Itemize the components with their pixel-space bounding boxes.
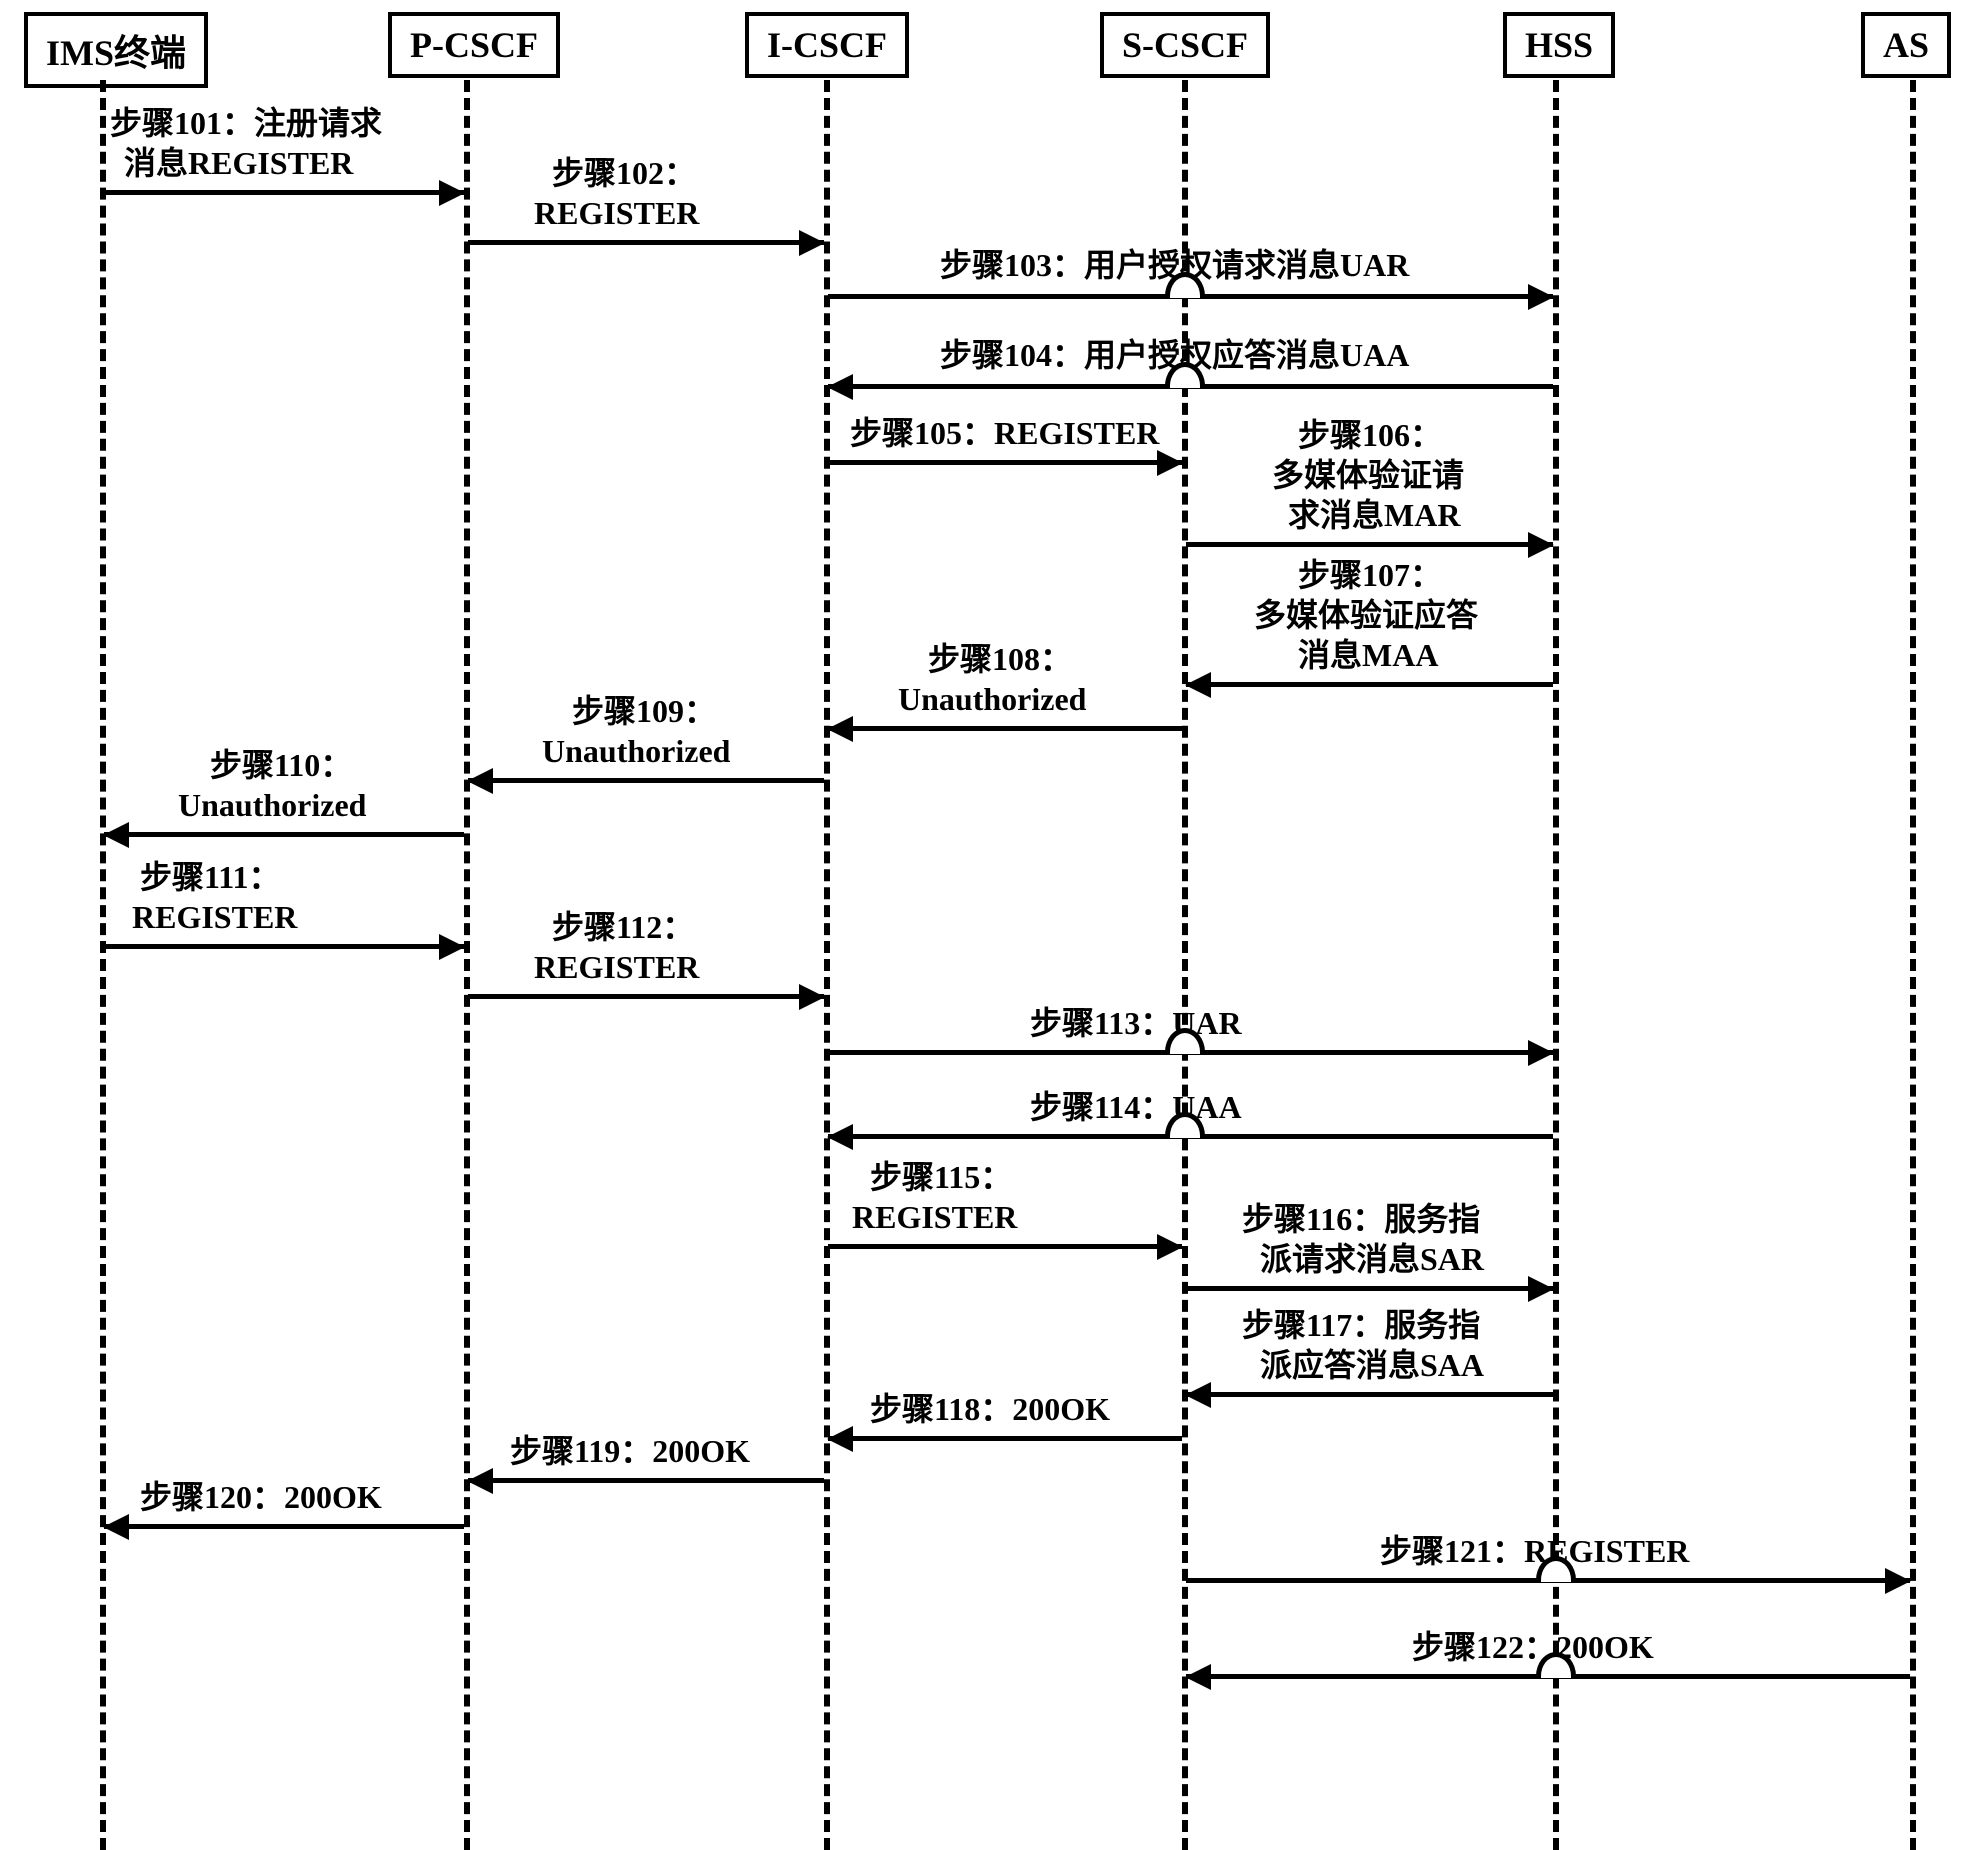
- participant-i-cscf: I-CSCF: [745, 12, 909, 78]
- label-step-112-line1: 步骤112：: [552, 908, 694, 946]
- participant-ims-terminal: IMS终端: [24, 12, 208, 88]
- label-step-118: 步骤118：200OK: [870, 1390, 1110, 1428]
- participant-hss: HSS: [1503, 12, 1615, 78]
- lifeline-icscf: [824, 80, 830, 1850]
- participant-s-cscf: S-CSCF: [1100, 12, 1270, 78]
- label-step-117-line2: 派应答消息SAA: [1260, 1346, 1484, 1384]
- label-step-112-line2: REGISTER: [534, 948, 699, 986]
- arrow-step-110: [104, 832, 464, 837]
- arrow-step-102: [468, 240, 824, 245]
- arrow-step-112: [468, 994, 824, 999]
- arrow-step-111: [104, 944, 464, 949]
- label-step-101-line1: 步骤101：注册请求: [110, 104, 382, 142]
- label-step-107-line2: 多媒体验证应答: [1254, 596, 1478, 634]
- arrow-step-115: [828, 1244, 1182, 1249]
- arrow-step-109: [468, 778, 824, 783]
- label-step-117-line1: 步骤117：服务指: [1242, 1306, 1480, 1344]
- label-step-120: 步骤120：200OK: [140, 1478, 382, 1516]
- label-step-107-line1: 步骤107：: [1298, 556, 1442, 594]
- label-step-101-line2: 消息REGISTER: [124, 144, 353, 182]
- label-step-102-line2: REGISTER: [534, 194, 699, 232]
- label-step-116-line2: 派请求消息SAR: [1260, 1240, 1484, 1278]
- lifeline-ims: [100, 80, 106, 1850]
- label-step-113: 步骤113：UAR: [1030, 1004, 1242, 1042]
- label-step-119: 步骤119：200OK: [510, 1432, 750, 1470]
- arrow-step-101: [104, 190, 464, 195]
- label-step-122: 步骤122：200OK: [1412, 1628, 1654, 1666]
- label-step-109-line1: 步骤109：: [572, 692, 716, 730]
- label-step-110-line2: Unauthorized: [178, 786, 366, 824]
- arrow-step-106: [1186, 542, 1553, 547]
- arrow-step-105: [828, 460, 1182, 465]
- label-step-109-line2: Unauthorized: [542, 732, 730, 770]
- label-step-106-line3: 求消息MAR: [1288, 496, 1460, 534]
- label-step-111-line2: REGISTER: [132, 898, 297, 936]
- participant-as: AS: [1861, 12, 1951, 78]
- arrow-step-107: [1186, 682, 1553, 687]
- arrow-step-118: [828, 1436, 1182, 1441]
- arrow-step-120: [104, 1524, 464, 1529]
- label-step-106-line1: 步骤106：: [1298, 416, 1442, 454]
- label-step-115-line1: 步骤115：: [870, 1158, 1012, 1196]
- label-step-105: 步骤105：REGISTER: [850, 414, 1159, 452]
- label-step-121: 步骤121：REGISTER: [1380, 1532, 1689, 1570]
- label-step-110-line1: 步骤110：: [210, 746, 352, 784]
- label-step-107-line3: 消息MAA: [1298, 636, 1438, 674]
- label-step-102-line1: 步骤102：: [552, 154, 696, 192]
- label-step-106-line2: 多媒体验证请: [1272, 456, 1464, 494]
- arrow-step-116: [1186, 1286, 1553, 1291]
- label-step-114: 步骤114：UAA: [1030, 1088, 1242, 1126]
- label-step-111-line1: 步骤111：: [140, 858, 280, 896]
- arrow-step-117: [1186, 1392, 1553, 1397]
- lifeline-pcscf: [464, 80, 470, 1850]
- lifeline-hss: [1553, 80, 1559, 1850]
- label-step-108-line1: 步骤108：: [928, 640, 1072, 678]
- participant-p-cscf: P-CSCF: [388, 12, 560, 78]
- label-step-108-line2: Unauthorized: [898, 680, 1086, 718]
- arrow-step-108: [828, 726, 1182, 731]
- sequence-diagram: IMS终端 P-CSCF I-CSCF S-CSCF HSS AS 步骤101：…: [0, 0, 1976, 1850]
- arrow-step-119: [468, 1478, 824, 1483]
- label-step-116-line1: 步骤116：服务指: [1242, 1200, 1480, 1238]
- label-step-115-line2: REGISTER: [852, 1198, 1017, 1236]
